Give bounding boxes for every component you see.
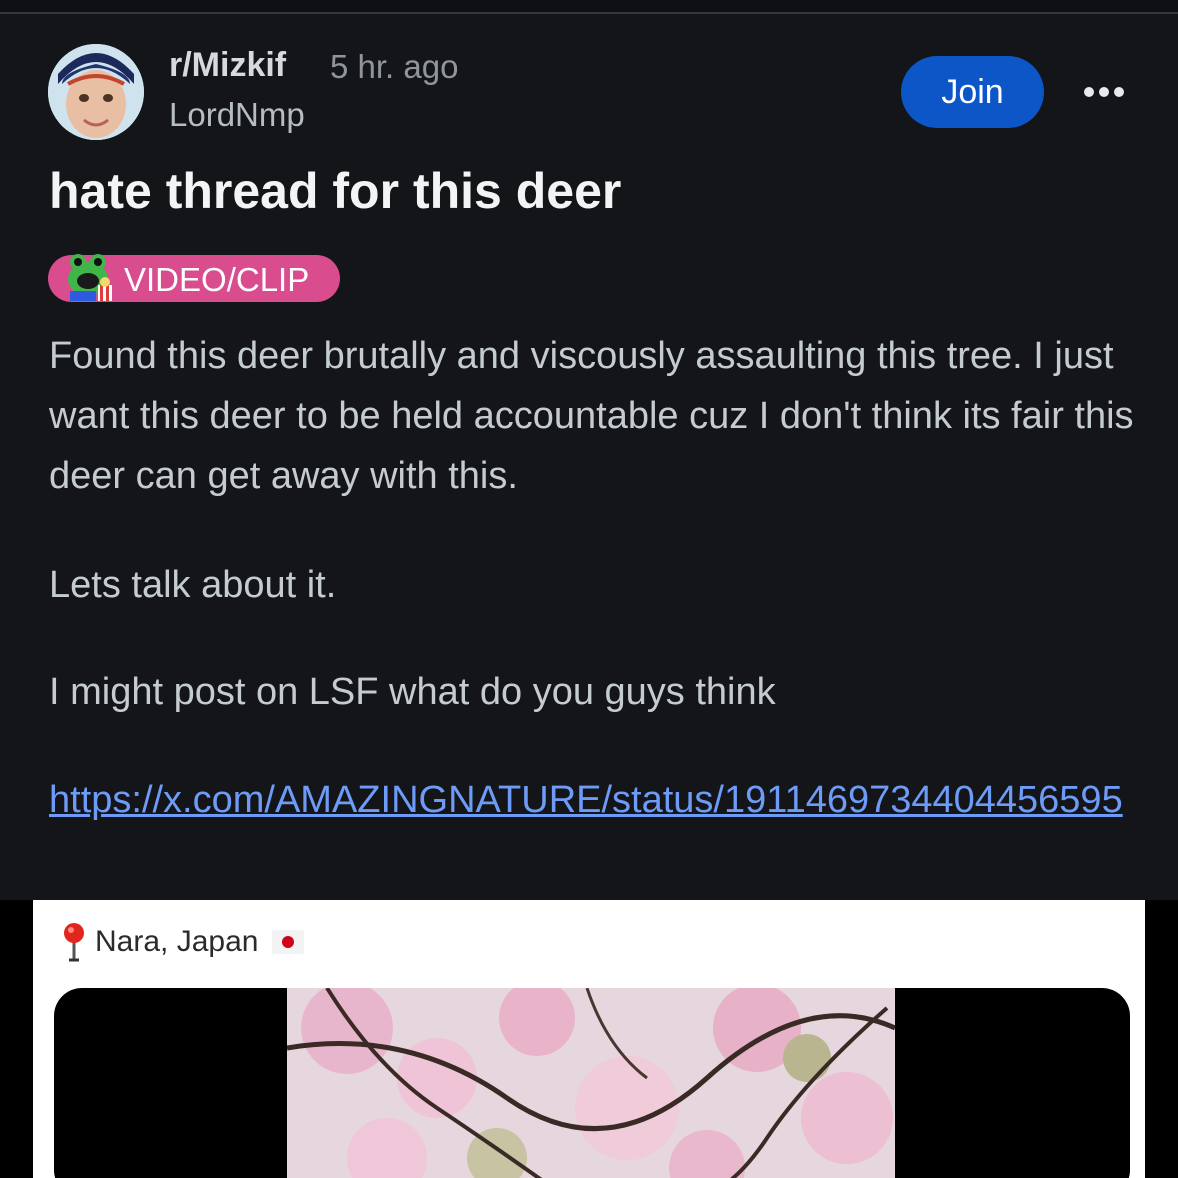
location-label: Nara, Japan xyxy=(95,925,259,958)
post-body-paragraph: Lets talk about it. xyxy=(49,564,337,606)
japan-flag-icon xyxy=(272,930,305,954)
round-pushpin-icon xyxy=(64,923,84,962)
post-title: hate thread for this deer xyxy=(49,163,622,219)
video-player[interactable] xyxy=(54,988,1130,1178)
subreddit-name[interactable]: r/Mizkif xyxy=(169,46,286,85)
more-dots-icon[interactable] xyxy=(1076,70,1132,114)
post-card: r/Mizkif 5 hr. ago LordNmp Join hate thr… xyxy=(0,14,1178,900)
embed-card[interactable]: Nara, Japan xyxy=(33,900,1145,1178)
video-thumbnail xyxy=(287,988,895,1178)
dot xyxy=(1114,87,1124,97)
dot xyxy=(1084,87,1094,97)
subreddit-avatar[interactable] xyxy=(48,44,144,140)
flair-label: VIDEO/CLIP xyxy=(124,261,310,298)
author-username[interactable]: LordNmp xyxy=(169,96,305,134)
media-embed: Nara, Japan xyxy=(0,900,1178,1178)
frog-popcorn-icon xyxy=(68,254,112,301)
post-timestamp: 5 hr. ago xyxy=(330,48,459,85)
post-body-paragraph: Found this deer brutally and viscously a… xyxy=(49,335,1134,497)
post-body-paragraph: I might post on LSF what do you guys thi… xyxy=(49,671,776,713)
dot xyxy=(1099,87,1109,97)
location-row: Nara, Japan xyxy=(61,922,305,962)
join-button[interactable]: Join xyxy=(901,56,1044,128)
post-link[interactable]: https://x.com/AMAZINGNATURE/status/19114… xyxy=(49,770,1139,830)
post-flair[interactable]: VIDEO/CLIP xyxy=(48,254,340,302)
